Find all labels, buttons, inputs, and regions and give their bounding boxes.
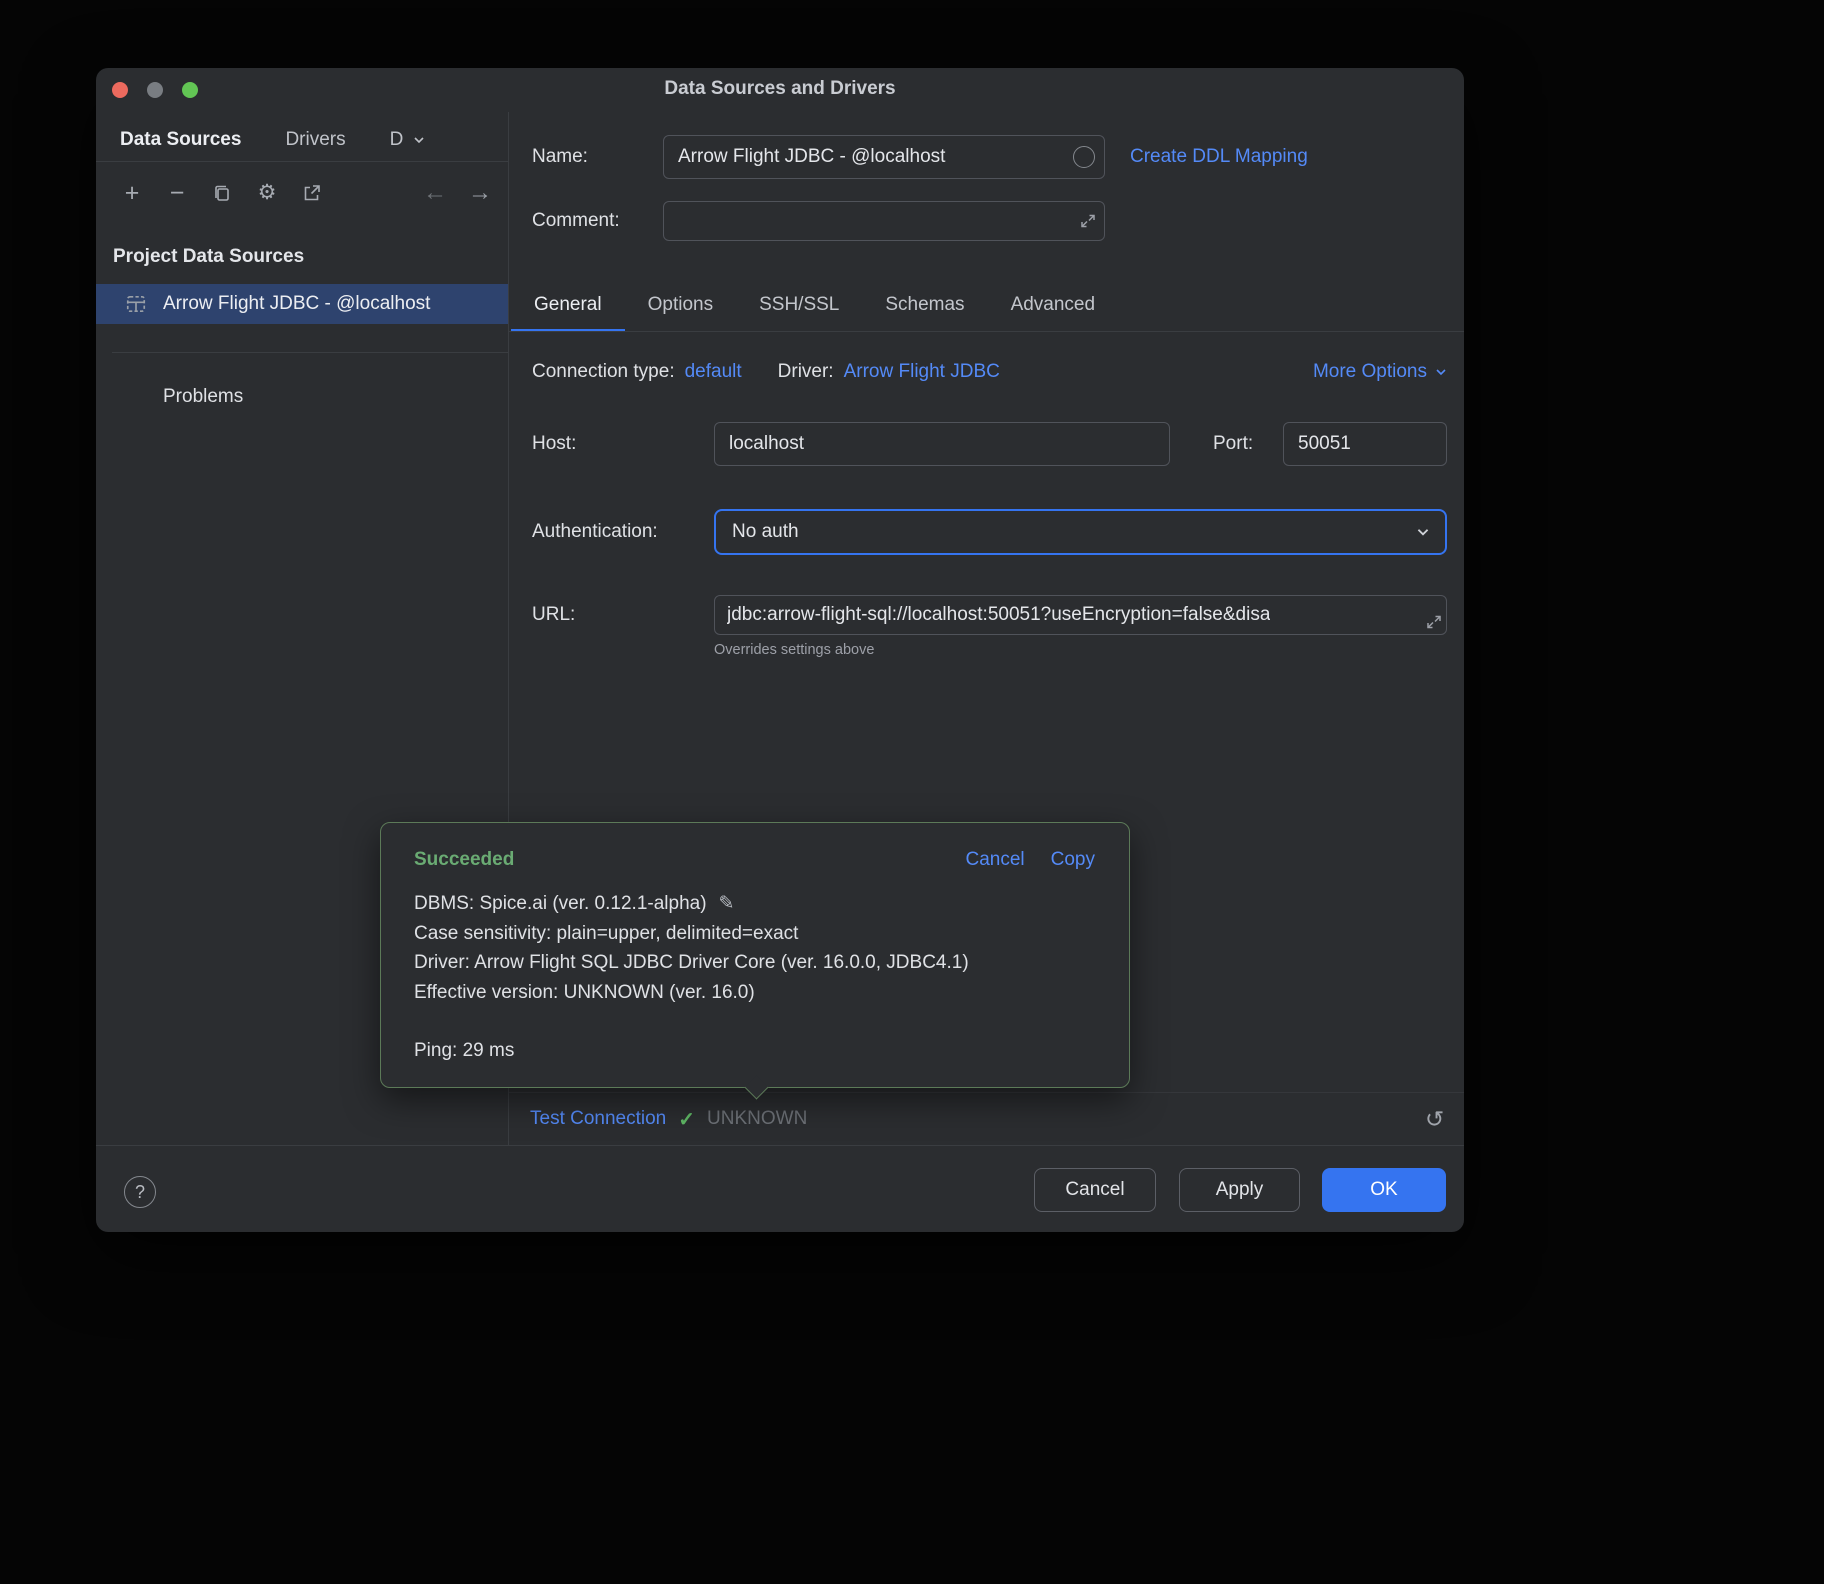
case-sensitivity-line: Case sensitivity: plain=upper, delimited… [414, 919, 1101, 949]
desktop: Data Sources and Drivers Data Sources Dr… [0, 0, 1824, 1584]
spinner-icon [1073, 146, 1095, 168]
pencil-edit-icon[interactable]: ✎ [719, 889, 735, 919]
add-icon[interactable]: + [120, 181, 144, 205]
name-label: Name: [532, 135, 588, 179]
apply-button[interactable]: Apply [1179, 1168, 1300, 1212]
connection-type-row: Connection type: default Driver: Arrow F… [532, 356, 1000, 388]
comment-label: Comment: [532, 201, 620, 241]
url-label: URL: [532, 595, 575, 635]
tab-options[interactable]: Options [625, 280, 736, 332]
port-value: 50051 [1298, 433, 1351, 455]
port-label: Port: [1213, 422, 1253, 466]
data-source-list-item-selected[interactable]: Arrow Flight JDBC - @localhost [96, 284, 508, 324]
test-result-status: Succeeded [414, 847, 514, 873]
name-input[interactable]: Arrow Flight JDBC - @localhost [663, 135, 1105, 179]
check-icon: ✓ [678, 1107, 695, 1132]
driver-value-link[interactable]: Arrow Flight JDBC [844, 361, 1000, 383]
revert-icon[interactable]: ↺ [1425, 1104, 1444, 1134]
driver-info-line: Driver: Arrow Flight SQL JDBC Driver Cor… [414, 948, 1101, 978]
popup-pointer [744, 1075, 768, 1099]
port-input[interactable]: 50051 [1283, 422, 1447, 466]
tab-ssh-ssl[interactable]: SSH/SSL [736, 280, 862, 332]
effective-version-line: Effective version: UNKNOWN (ver. 16.0) [414, 978, 1101, 1008]
tab-drivers[interactable]: Drivers [285, 129, 345, 151]
window-title: Data Sources and Drivers [96, 78, 1464, 100]
authentication-select[interactable]: No auth [714, 509, 1447, 555]
chevron-down-icon [1434, 365, 1448, 379]
popup-cancel-link[interactable]: Cancel [965, 847, 1024, 873]
dbms-info-line: DBMS: Spice.ai (ver. 0.12.1-alpha) ✎ [414, 889, 1101, 919]
authentication-label: Authentication: [532, 509, 658, 555]
popup-copy-link[interactable]: Copy [1051, 847, 1095, 873]
name-value: Arrow Flight JDBC - @localhost [678, 146, 945, 168]
cancel-button[interactable]: Cancel [1034, 1168, 1156, 1212]
popup-body: DBMS: Spice.ai (ver. 0.12.1-alpha) ✎ Cas… [414, 889, 1101, 1066]
host-label: Host: [532, 422, 576, 466]
tab-advanced[interactable]: Advanced [988, 280, 1119, 332]
host-value: localhost [729, 433, 804, 455]
tab-label: D [390, 129, 404, 151]
test-connection-result-popup: Succeeded Cancel Copy DBMS: Spice.ai (ve… [380, 822, 1130, 1088]
help-button[interactable]: ? [124, 1176, 156, 1208]
tab-data-sources[interactable]: Data Sources [120, 129, 241, 151]
remove-icon[interactable]: − [165, 181, 189, 205]
tab-ddl-mappings-truncated[interactable]: D [390, 129, 427, 151]
popup-actions: Cancel Copy [965, 847, 1095, 873]
url-input[interactable]: jdbc:arrow-flight-sql://localhost:50051?… [714, 595, 1447, 635]
create-ddl-mapping-link[interactable]: Create DDL Mapping [1130, 135, 1308, 179]
back-arrow-icon[interactable]: ← [423, 181, 447, 205]
expand-editor-icon[interactable] [1080, 213, 1096, 229]
ping-line: Ping: 29 ms [414, 1036, 1101, 1066]
settings-tab-bar: General Options SSH/SSL Schemas Advanced [511, 280, 1118, 332]
connection-status-text: UNKNOWN [707, 1108, 807, 1130]
more-options-link[interactable]: More Options [1313, 356, 1448, 388]
data-source-item-label: Arrow Flight JDBC - @localhost [163, 293, 430, 315]
tab-schemas[interactable]: Schemas [862, 280, 987, 332]
test-connection-row: Test Connection ✓ UNKNOWN [530, 1104, 807, 1134]
sidebar-tab-bar: Data Sources Drivers D [96, 118, 508, 162]
connection-type-value[interactable]: default [685, 361, 742, 383]
authentication-value: No auth [732, 521, 799, 543]
dbms-info-text: DBMS: Spice.ai (ver. 0.12.1-alpha) [414, 889, 707, 919]
sidebar-toolbar: + − ⚙ ← → [120, 176, 492, 210]
tabs-divider [509, 331, 1464, 332]
test-row-divider [509, 1092, 1464, 1093]
url-hint: Overrides settings above [714, 642, 874, 658]
project-data-sources-title: Project Data Sources [113, 246, 304, 268]
sidebar-item-problems[interactable]: Problems [163, 386, 243, 408]
test-connection-link[interactable]: Test Connection [530, 1108, 666, 1130]
host-input[interactable]: localhost [714, 422, 1170, 466]
tab-general[interactable]: General [511, 280, 625, 332]
open-in-new-icon[interactable] [300, 181, 324, 205]
comment-input[interactable] [663, 201, 1105, 241]
forward-arrow-icon[interactable]: → [468, 181, 492, 205]
sidebar-divider [112, 352, 508, 353]
data-source-table-icon [125, 293, 147, 315]
chevron-down-icon [1415, 524, 1431, 540]
driver-label: Driver: [778, 361, 834, 383]
gear-icon[interactable]: ⚙ [255, 181, 279, 205]
data-sources-and-drivers-dialog: Data Sources and Drivers Data Sources Dr… [96, 68, 1464, 1232]
ok-button[interactable]: OK [1322, 1168, 1446, 1212]
footer-divider [96, 1145, 1464, 1146]
chevron-down-icon [412, 133, 426, 147]
url-value: jdbc:arrow-flight-sql://localhost:50051?… [727, 604, 1270, 626]
duplicate-icon[interactable] [210, 181, 234, 205]
expand-editor-icon[interactable] [1426, 614, 1442, 630]
connection-type-label: Connection type: [532, 361, 675, 383]
more-options-label: More Options [1313, 361, 1427, 383]
